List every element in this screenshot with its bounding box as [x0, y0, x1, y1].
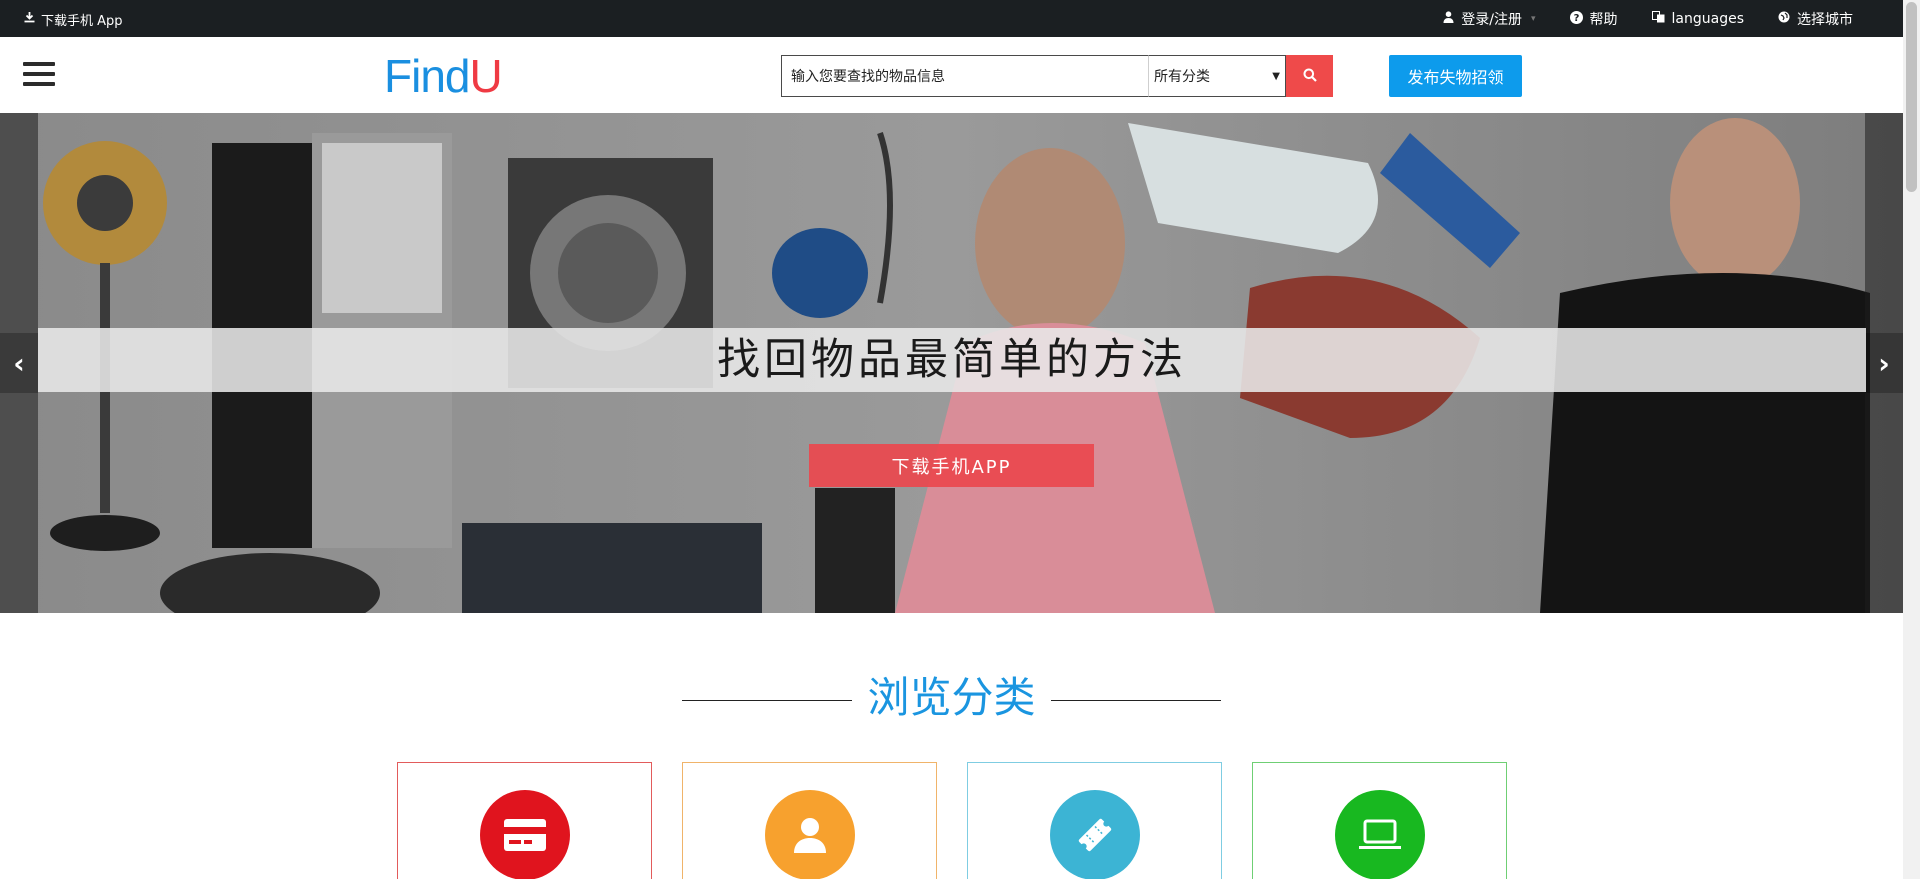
carousel-left-panel: ‹: [0, 113, 38, 613]
browse-categories-heading: 浏览分类: [0, 668, 1903, 728]
carousel-right-panel: ›: [1865, 113, 1903, 613]
svg-text:?: ?: [1573, 13, 1579, 24]
globe-icon: [1778, 11, 1790, 27]
header: FindU 所有分类 ▼ 发布失物招领: [0, 37, 1903, 113]
search-button[interactable]: [1286, 55, 1333, 97]
hero-download-button[interactable]: 下载手机APP: [809, 444, 1094, 487]
post-lost-found-button[interactable]: 发布失物招领: [1389, 55, 1522, 97]
logo[interactable]: FindU: [384, 50, 503, 102]
languages-link[interactable]: languages: [1651, 11, 1744, 27]
category-card-people[interactable]: [682, 762, 937, 879]
scrollbar-thumb[interactable]: [1906, 2, 1917, 192]
search-bar: 所有分类 ▼: [781, 55, 1333, 97]
search-icon: [1303, 67, 1317, 86]
user-icon: [1443, 11, 1454, 27]
download-app-link[interactable]: 下载手机 App: [24, 10, 123, 29]
scrollbar[interactable]: [1903, 0, 1920, 879]
divider: [1051, 700, 1221, 701]
logo-text-u: U: [469, 50, 502, 102]
help-link[interactable]: ? 帮助: [1569, 9, 1618, 29]
carousel-next-button[interactable]: ›: [1865, 333, 1903, 393]
download-icon: [24, 12, 35, 27]
translate-icon: [1651, 11, 1665, 27]
help-label: 帮助: [1589, 12, 1618, 28]
login-link[interactable]: 登录/注册 ▾: [1443, 9, 1536, 29]
laptop-icon: [1335, 790, 1425, 879]
hero-title: 找回物品最简单的方法: [717, 335, 1187, 385]
category-select-value: 所有分类: [1154, 69, 1210, 85]
card-icon: [480, 790, 570, 879]
logo-text-find: Find: [384, 50, 470, 102]
chevron-down-icon: ▼: [1272, 70, 1280, 82]
top-bar: 下载手机 App 登录/注册 ▾ ? 帮助 languages 选择城市: [0, 0, 1903, 37]
category-card-electronics[interactable]: [1252, 762, 1507, 879]
city-label: 选择城市: [1797, 12, 1853, 28]
category-select[interactable]: 所有分类 ▼: [1148, 55, 1286, 97]
category-card-cards[interactable]: [397, 762, 652, 879]
section-title: 浏览分类: [867, 673, 1036, 722]
city-link[interactable]: 选择城市: [1778, 9, 1853, 29]
chevron-down-icon: ▾: [1530, 14, 1536, 24]
hero-banner: ‹ › 找回物品最简单的方法 下载手机APP: [0, 113, 1903, 613]
ticket-icon: [1050, 790, 1140, 879]
top-bar-links: 登录/注册 ▾ ? 帮助 languages 选择城市: [1443, 9, 1853, 29]
download-app-label: 下载手机 App: [41, 14, 123, 29]
menu-icon[interactable]: [23, 62, 55, 88]
hero-title-band: 找回物品最简单的方法: [38, 328, 1866, 392]
languages-label: languages: [1671, 11, 1744, 27]
search-input[interactable]: [781, 55, 1148, 97]
page: 下载手机 App 登录/注册 ▾ ? 帮助 languages 选择城市 Fin…: [0, 0, 1920, 879]
login-label: 登录/注册: [1461, 12, 1522, 28]
person-icon: [765, 790, 855, 879]
question-icon: ?: [1569, 10, 1583, 28]
category-card-tickets[interactable]: [967, 762, 1222, 879]
carousel-prev-button[interactable]: ‹: [0, 333, 38, 393]
